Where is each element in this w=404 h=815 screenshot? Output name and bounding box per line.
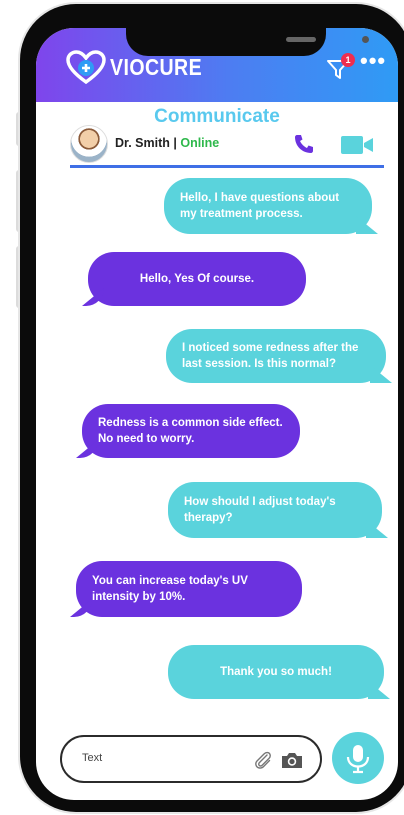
message-bubble-doctor: Hello, Yes Of course. (88, 252, 306, 306)
message-text: I noticed some redness after the last se… (182, 342, 359, 370)
microphone-icon (346, 745, 370, 774)
speaker-grille (286, 37, 316, 42)
message-text: Hello, I have questions about my treatme… (180, 192, 340, 220)
paperclip-icon[interactable] (252, 749, 274, 771)
app-header: VIOCURE 1 ••• (36, 28, 398, 102)
app-name: VIOCURE (110, 53, 203, 80)
phone-icon[interactable] (292, 132, 316, 156)
camera-icon[interactable] (280, 749, 304, 771)
doctor-separator: | (173, 136, 177, 150)
doctor-info: Dr. Smith | Online (115, 136, 219, 150)
message-input-placeholder: Text (82, 752, 103, 764)
message-bubble-doctor: You can increase today's UV intensity by… (76, 561, 302, 617)
more-options-button[interactable]: ••• (360, 50, 386, 72)
doctor-status: Online (180, 136, 220, 150)
front-camera (362, 36, 369, 43)
doctor-name: Dr. Smith (115, 136, 170, 150)
microphone-button[interactable] (332, 732, 384, 784)
message-text: Hello, Yes Of course. (139, 273, 255, 285)
video-camera-icon[interactable] (340, 134, 374, 156)
message-bubble-doctor: Redness is a common side effect. No need… (82, 404, 300, 458)
phone-notch (126, 28, 369, 56)
message-bubble-patient: Hello, I have questions about my treatme… (164, 178, 372, 234)
avatar[interactable] (70, 125, 108, 163)
app-screen: VIOCURE 1 ••• Communicate Dr. Smith | On… (36, 28, 398, 800)
notification-badge: 1 (341, 53, 355, 67)
message-text: How should I adjust today's therapy? (184, 496, 336, 524)
doctor-bar: Dr. Smith | Online (70, 122, 384, 168)
message-text: Redness is a common side effect. No need… (98, 417, 283, 445)
message-text: Thank you so much! (220, 666, 332, 678)
message-bubble-patient: I noticed some redness after the last se… (166, 329, 386, 383)
message-bubble-patient: How should I adjust today's therapy? (168, 482, 382, 538)
message-bubble-patient: Thank you so much! (168, 645, 384, 699)
heart-plus-icon (66, 50, 106, 84)
message-text: You can increase today's UV intensity by… (92, 575, 248, 603)
message-input[interactable]: Text (60, 735, 322, 783)
